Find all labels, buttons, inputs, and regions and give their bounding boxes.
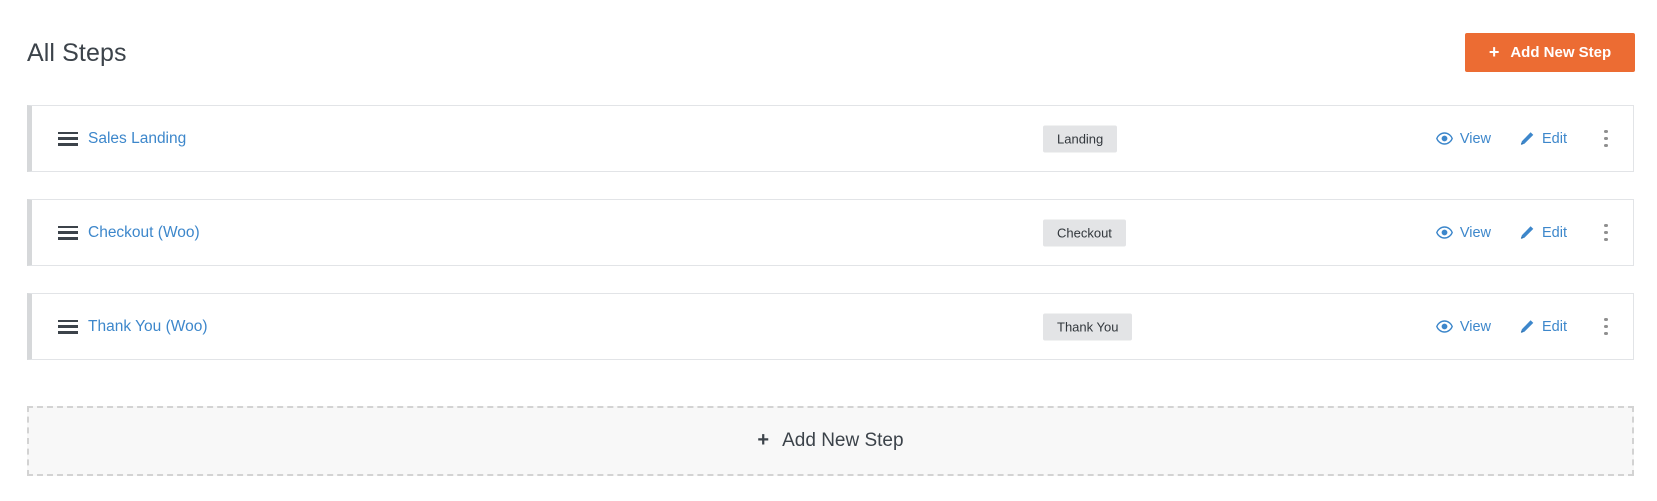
row-actions: View Edit [1435,106,1633,171]
view-link[interactable]: View [1435,130,1491,148]
add-new-step-button[interactable]: + Add New Step [1465,33,1635,72]
add-new-step-placeholder[interactable]: + Add New Step [27,406,1634,476]
step-name-link[interactable]: Checkout (Woo) [88,223,200,243]
pencil-icon [1519,131,1535,147]
page-header: All Steps + Add New Step [0,0,1657,92]
row-actions: View Edit [1435,294,1633,359]
page-title: All Steps [27,39,127,67]
eye-icon [1435,320,1453,333]
drag-handle-icon[interactable] [58,319,78,334]
step-name-link[interactable]: Sales Landing [88,129,186,149]
eye-icon [1435,132,1453,145]
drag-handle-icon[interactable] [58,225,78,240]
view-link[interactable]: View [1435,318,1491,336]
edit-link[interactable]: Edit [1519,318,1567,336]
pencil-icon [1519,225,1535,241]
view-link-label: View [1459,224,1491,241]
step-name-link[interactable]: Thank You (Woo) [88,317,207,337]
table-row[interactable]: Thank You (Woo) Thank You View Edit [27,293,1634,360]
status-badge: Thank You [1043,313,1133,340]
add-new-step-button-label: Add New Step [1510,44,1612,61]
view-link-label: View [1459,130,1491,147]
kebab-menu-icon[interactable] [1597,316,1615,338]
status-badge: Checkout [1043,219,1126,246]
edit-link-label: Edit [1542,224,1567,241]
view-link-label: View [1459,318,1491,335]
kebab-menu-icon[interactable] [1597,128,1615,150]
plus-icon: + [1488,41,1500,62]
add-new-step-placeholder-label: Add New Step [782,430,904,451]
drag-handle-icon[interactable] [58,131,78,146]
steps-list: Sales Landing Landing View Edit Checkout… [27,105,1634,387]
table-row[interactable]: Sales Landing Landing View Edit [27,105,1634,172]
eye-icon [1435,226,1453,239]
all-steps-page: All Steps + Add New Step Sales Landing L… [0,0,1657,501]
edit-link[interactable]: Edit [1519,224,1567,242]
edit-link-label: Edit [1542,318,1567,335]
edit-link-label: Edit [1542,130,1567,147]
view-link[interactable]: View [1435,224,1491,242]
pencil-icon [1519,319,1535,335]
status-badge: Landing [1043,125,1118,152]
row-actions: View Edit [1435,200,1633,265]
kebab-menu-icon[interactable] [1597,222,1615,244]
plus-icon: + [757,429,770,451]
table-row[interactable]: Checkout (Woo) Checkout View Edit [27,199,1634,266]
edit-link[interactable]: Edit [1519,130,1567,148]
